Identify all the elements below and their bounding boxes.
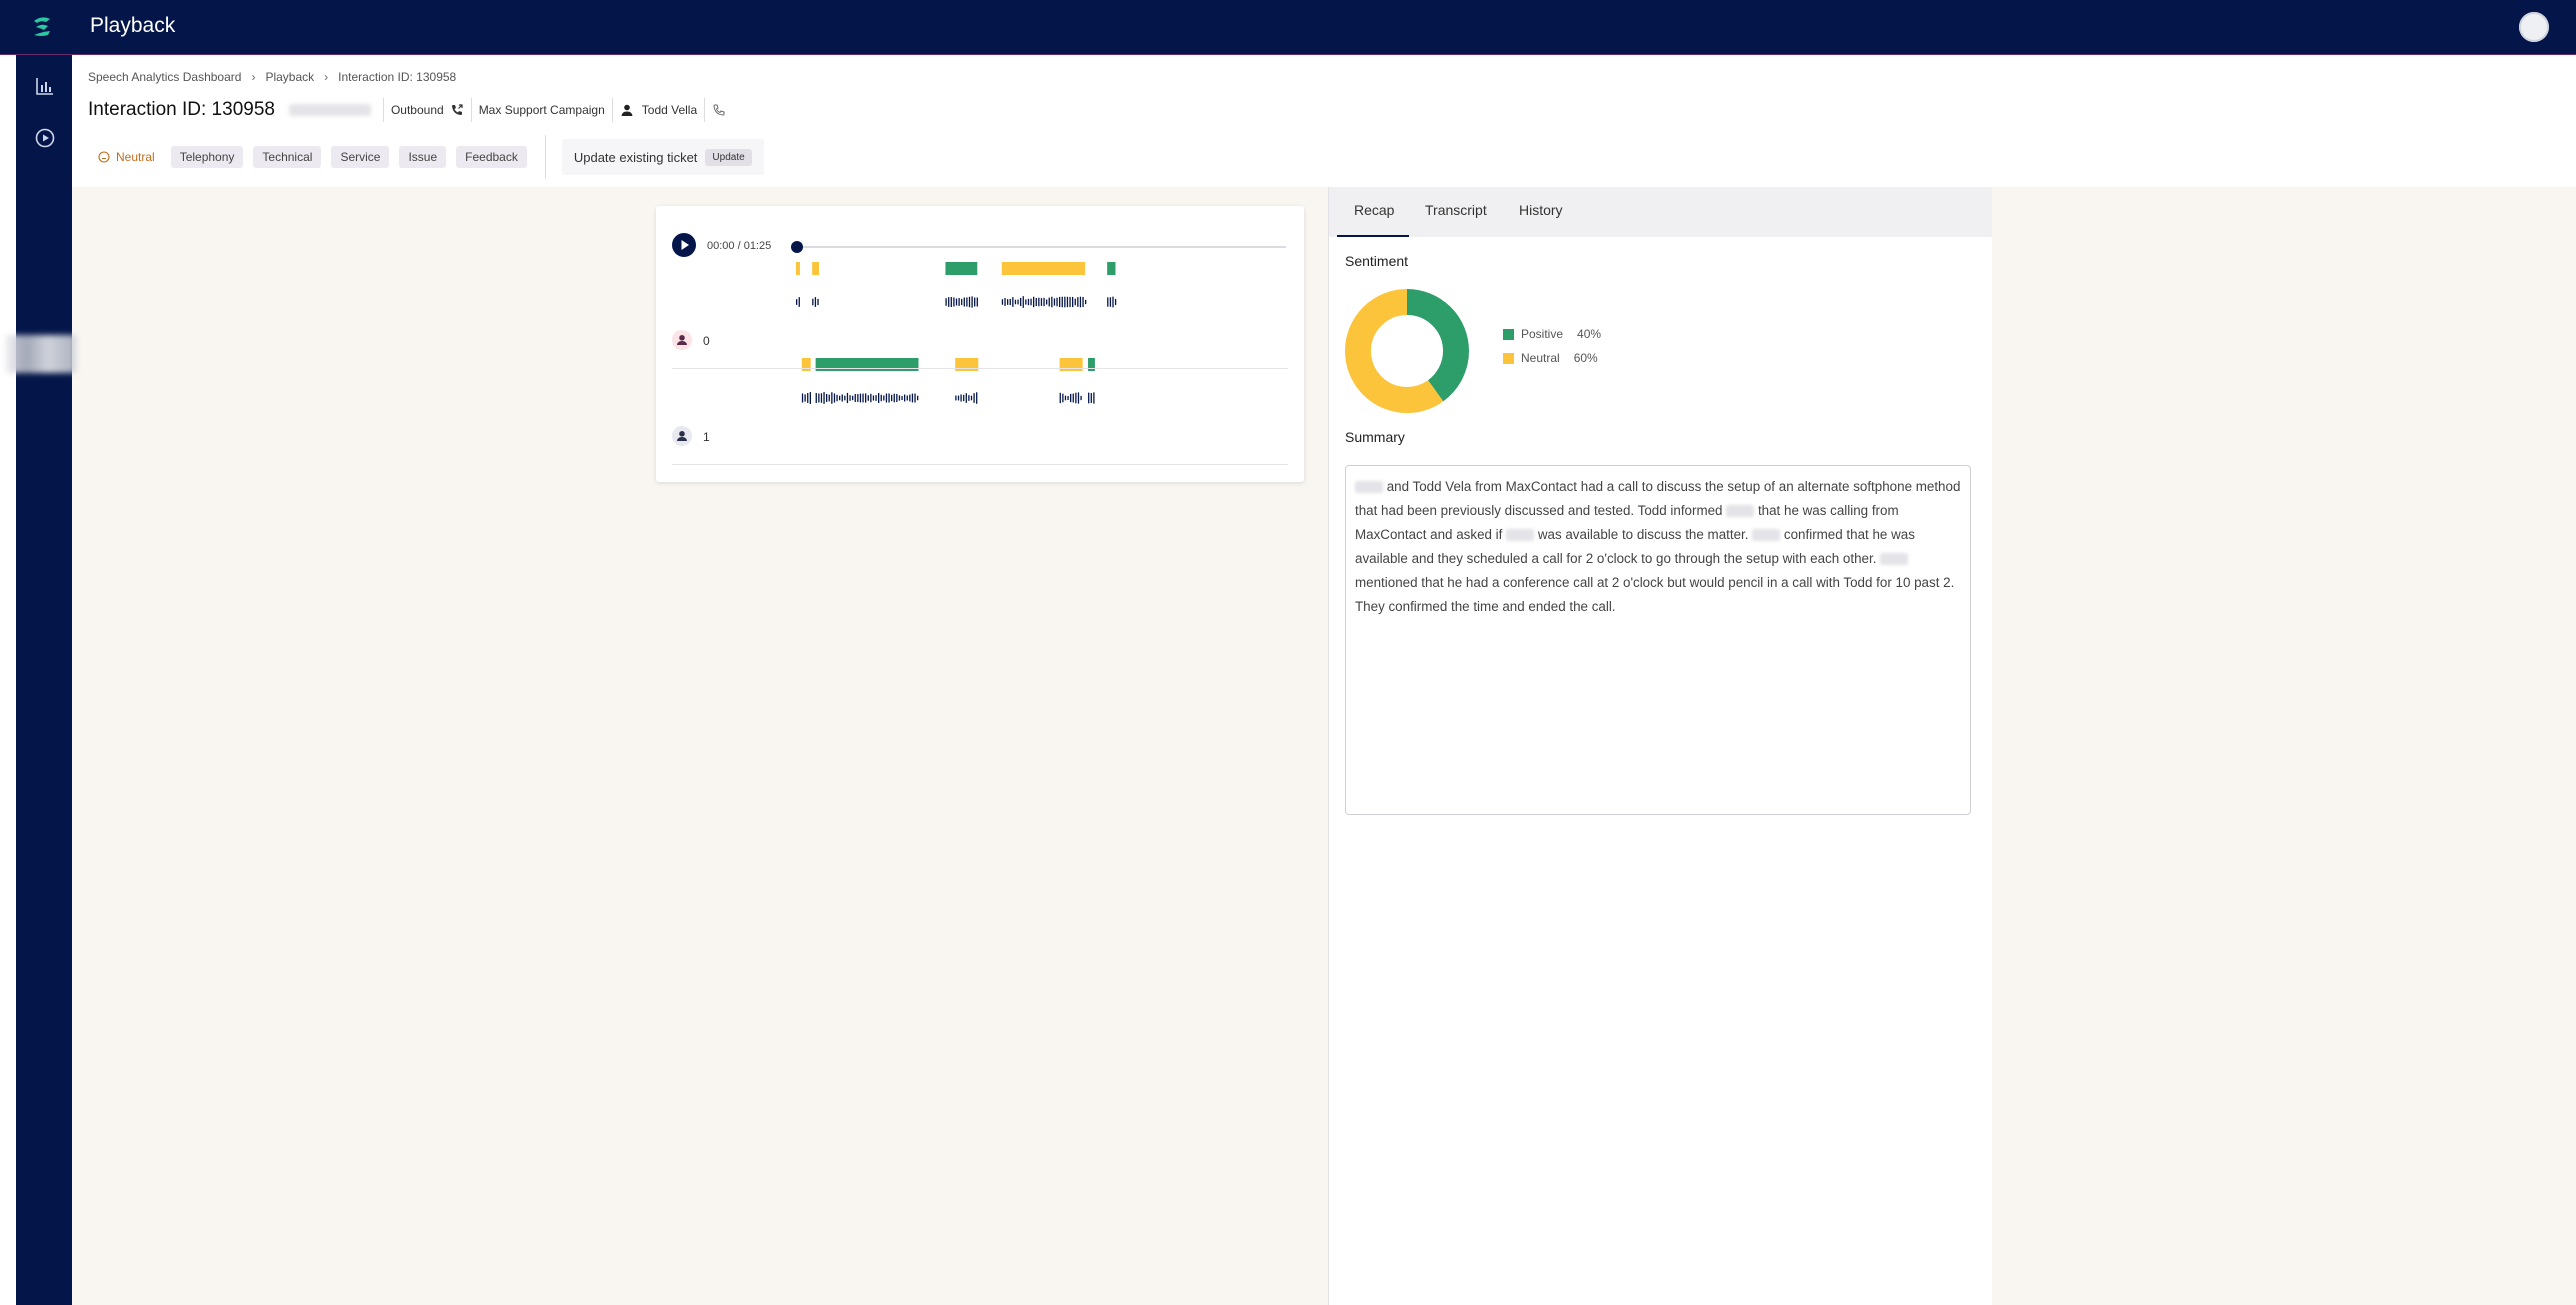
- legend-label: Neutral: [1521, 351, 1560, 365]
- sentiment-segment[interactable]: [812, 262, 820, 275]
- play-circle-icon[interactable]: [34, 127, 56, 149]
- legend-neutral: Neutral 60%: [1503, 351, 1598, 365]
- campaign-label: Max Support Campaign: [470, 98, 612, 122]
- agent-name: Todd Vella: [641, 103, 698, 117]
- summary-heading: Summary: [1345, 429, 1405, 445]
- summary-text: and Todd Vela from MaxContact had a call…: [1345, 465, 1971, 815]
- waveform: [945, 296, 978, 308]
- ticket-panel: Update existing ticket Update: [561, 139, 764, 175]
- speaker-1-avatar: [672, 426, 692, 446]
- user-avatar[interactable]: [2519, 12, 2549, 42]
- audio-player-card: 00:00 / 01:25 0 1: [656, 206, 1304, 482]
- divider: [544, 135, 546, 179]
- sentiment-segment[interactable]: [1001, 262, 1086, 275]
- app-title: Playback: [90, 14, 176, 37]
- speaker-timeline: [796, 262, 1117, 404]
- tab-recap[interactable]: Recap: [1354, 202, 1394, 218]
- direction-badge: Outbound: [382, 98, 471, 122]
- phone-outgoing-icon: [451, 104, 463, 115]
- redacted-name: [1880, 553, 1909, 566]
- person-icon: [677, 431, 687, 441]
- tag-chip[interactable]: Technical: [253, 146, 322, 168]
- interaction-header: Speech Analytics Dashboard › Playback › …: [72, 55, 2576, 187]
- redacted-name: [1752, 529, 1781, 542]
- sentiment-segment[interactable]: [815, 358, 919, 371]
- title-row: Interaction ID: 130958 Outbound Max Supp…: [88, 98, 733, 122]
- sentiment-segment[interactable]: [801, 358, 811, 371]
- recap-panel: Recap Transcript History Sentiment Posit…: [1328, 187, 1992, 1305]
- update-ticket-button[interactable]: Update: [705, 148, 752, 166]
- divider: [672, 464, 1288, 465]
- tags-row: Neutral Telephony Technical Service Issu…: [88, 135, 764, 179]
- tab-bar: Recap Transcript History: [1329, 187, 1992, 237]
- app-logo-icon[interactable]: [28, 13, 56, 41]
- redacted-name: [1726, 505, 1755, 518]
- tag-chip[interactable]: Feedback: [456, 146, 527, 168]
- neutral-face-icon: [98, 151, 110, 163]
- call-button[interactable]: [704, 98, 733, 122]
- chevron-right-icon: ›: [251, 70, 256, 84]
- sentiment-segment[interactable]: [1107, 262, 1116, 275]
- legend-value: 40%: [1577, 327, 1602, 341]
- sentiment-segment[interactable]: [955, 358, 979, 371]
- page-title: Interaction ID: 130958: [88, 99, 275, 120]
- phone-icon: [713, 104, 725, 116]
- blurred-element: [6, 335, 76, 373]
- tag-chip[interactable]: Issue: [399, 146, 447, 168]
- redacted-name: [1506, 529, 1535, 542]
- sidebar: [16, 55, 72, 1305]
- redacted-name: [1355, 481, 1383, 494]
- waveform: [801, 392, 811, 404]
- waveform: [1059, 392, 1082, 404]
- person-icon: [677, 335, 687, 345]
- speaker-1-label: 1: [703, 430, 710, 444]
- legend-swatch: [1503, 328, 1514, 340]
- legend-swatch: [1503, 352, 1514, 364]
- sentiment-badge: Neutral: [88, 150, 155, 164]
- sentiment-donut-chart: [1345, 289, 1469, 413]
- waveform: [815, 392, 919, 404]
- waveform: [955, 392, 978, 404]
- legend-positive: Positive 40%: [1503, 327, 1601, 341]
- breadcrumb-item-dashboard[interactable]: Speech Analytics Dashboard: [88, 70, 241, 84]
- waveform: [796, 297, 800, 307]
- waveform: [1001, 296, 1087, 308]
- active-tab-indicator: [1337, 235, 1409, 237]
- sentiment-segment[interactable]: [796, 262, 800, 275]
- tab-history[interactable]: History: [1519, 202, 1563, 218]
- breadcrumb-item-current: Interaction ID: 130958: [338, 70, 457, 84]
- chevron-right-icon: ›: [324, 70, 329, 84]
- waveform: [812, 297, 819, 307]
- sentiment-segment[interactable]: [945, 262, 978, 275]
- speaker-0-avatar: [672, 330, 692, 350]
- legend-label: Positive: [1521, 327, 1564, 341]
- sentiment-badge-label: Neutral: [116, 150, 155, 164]
- redacted-phone-number: [288, 104, 371, 116]
- tab-transcript[interactable]: Transcript: [1425, 202, 1487, 218]
- window-edge: [0, 55, 16, 1305]
- tag-chip[interactable]: Service: [331, 146, 390, 168]
- legend-value: 60%: [1573, 351, 1598, 365]
- ticket-label: Update existing ticket: [573, 149, 698, 165]
- sentiment-segment[interactable]: [1088, 358, 1095, 371]
- divider: [672, 368, 1288, 369]
- person-icon: [621, 104, 633, 116]
- waveform: [1107, 296, 1117, 308]
- breadcrumb: Speech Analytics Dashboard › Playback › …: [88, 70, 456, 84]
- sentiment-heading: Sentiment: [1345, 253, 1409, 269]
- direction-label: Outbound: [390, 103, 444, 117]
- tag-chip[interactable]: Telephony: [170, 146, 244, 168]
- bar-chart-icon[interactable]: [34, 75, 56, 97]
- speaker-0-label: 0: [703, 334, 710, 348]
- breadcrumb-item-playback[interactable]: Playback: [265, 70, 314, 84]
- agent-badge: Todd Vella: [611, 98, 704, 122]
- waveform: [1088, 392, 1095, 404]
- sentiment-segment[interactable]: [1059, 358, 1083, 371]
- top-bar: Playback: [0, 0, 2576, 55]
